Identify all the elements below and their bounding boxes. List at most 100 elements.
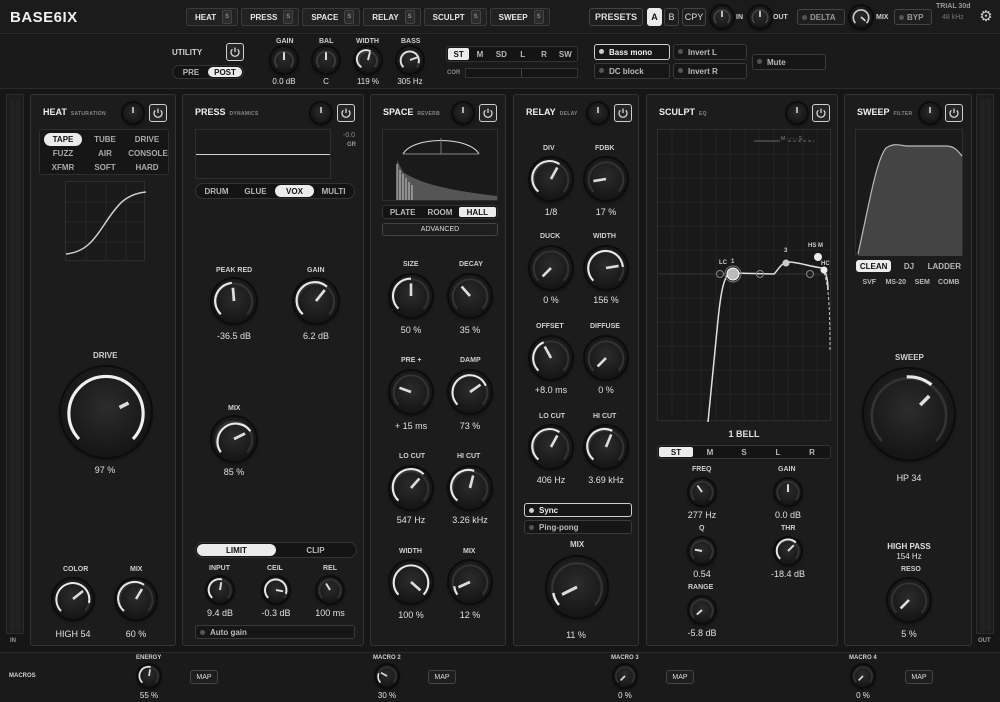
type-drive[interactable]: DRIVE bbox=[128, 133, 166, 146]
eq-freq-knob[interactable] bbox=[689, 479, 715, 505]
type-tape[interactable]: TAPE bbox=[44, 133, 82, 146]
type-hard[interactable]: HARD bbox=[128, 161, 166, 174]
eq-gain-knob[interactable] bbox=[775, 479, 801, 505]
press-power-button[interactable] bbox=[337, 104, 355, 122]
presets-button[interactable]: PRESETS bbox=[589, 8, 643, 26]
sync-toggle[interactable]: Sync bbox=[524, 503, 632, 517]
offset-knob[interactable] bbox=[530, 337, 572, 379]
invert-r-toggle[interactable]: Invert R bbox=[673, 63, 747, 79]
chain-slot-sculpt[interactable]: SCULPT S bbox=[423, 8, 487, 26]
reso-knob[interactable] bbox=[888, 579, 930, 621]
mode-sd[interactable]: SD bbox=[491, 48, 512, 60]
output-gain-knob[interactable] bbox=[749, 6, 771, 28]
mode-drum[interactable]: DRUM bbox=[197, 185, 236, 197]
character-clean[interactable]: CLEAN bbox=[856, 260, 892, 272]
pre-option[interactable]: PRE bbox=[174, 67, 208, 77]
relay-power-button[interactable] bbox=[614, 104, 632, 122]
type-plate[interactable]: PLATE bbox=[384, 207, 421, 217]
solo-button[interactable]: S bbox=[344, 10, 355, 24]
locut-knob[interactable] bbox=[390, 467, 432, 509]
util-bass-knob[interactable] bbox=[397, 47, 423, 73]
macro-3-map-button[interactable]: MAP bbox=[666, 670, 694, 684]
auto-gain-toggle[interactable]: Auto gain bbox=[195, 625, 355, 639]
type-hall[interactable]: HALL bbox=[458, 207, 496, 217]
duck-knob[interactable] bbox=[530, 247, 572, 289]
invert-l-toggle[interactable]: Invert L bbox=[673, 44, 747, 60]
heat-mix-knob[interactable] bbox=[116, 579, 156, 619]
eq-mode-l[interactable]: L bbox=[761, 447, 795, 457]
color-knob[interactable] bbox=[53, 579, 93, 619]
model-sem[interactable]: SEM bbox=[909, 276, 936, 288]
filter-character-selector[interactable]: CLEAN DJ LADDER bbox=[855, 259, 963, 273]
decay-knob[interactable] bbox=[449, 275, 491, 317]
type-room[interactable]: ROOM bbox=[421, 207, 458, 217]
bass-mono-toggle[interactable]: Bass mono bbox=[594, 44, 670, 60]
relay-width-knob[interactable] bbox=[585, 247, 627, 289]
gear-icon[interactable]: ⚙ bbox=[978, 9, 994, 25]
mode-glue[interactable]: GLUE bbox=[236, 185, 275, 197]
filter-model-selector[interactable]: SVF MS-20 SEM COMB bbox=[855, 275, 963, 289]
reverb-type-selector[interactable]: PLATE ROOM HALL bbox=[382, 205, 498, 219]
press-gain-knob[interactable] bbox=[294, 279, 338, 323]
ceil-knob[interactable] bbox=[263, 577, 289, 603]
ping-pong-toggle[interactable]: Ping-pong bbox=[524, 520, 632, 534]
pre-post-switch[interactable]: PRE POST bbox=[172, 65, 244, 79]
macro-2-knob[interactable] bbox=[376, 665, 398, 687]
sweep-power-button[interactable] bbox=[945, 104, 963, 122]
type-tube[interactable]: TUBE bbox=[86, 133, 124, 146]
sweep-knob[interactable] bbox=[864, 369, 954, 459]
peak-red-knob[interactable] bbox=[212, 279, 256, 323]
util-gain-knob[interactable] bbox=[271, 47, 297, 73]
hicut-knob[interactable] bbox=[449, 467, 491, 509]
heat-trim-knob[interactable] bbox=[123, 103, 143, 123]
predelay-knob[interactable] bbox=[390, 371, 432, 413]
eq-mode-s[interactable]: S bbox=[727, 447, 761, 457]
model-svf[interactable]: SVF bbox=[856, 276, 883, 288]
eq-mode-m[interactable]: M bbox=[693, 447, 727, 457]
space-mix-knob[interactable] bbox=[449, 561, 491, 603]
chain-slot-press[interactable]: PRESS S bbox=[241, 8, 300, 26]
character-ladder[interactable]: LADDER bbox=[927, 260, 962, 272]
model-comb[interactable]: COMB bbox=[936, 276, 963, 288]
macro-4-map-button[interactable]: MAP bbox=[905, 670, 933, 684]
sculpt-power-button[interactable] bbox=[812, 104, 830, 122]
util-width-knob[interactable] bbox=[355, 47, 381, 73]
util-balance-knob[interactable] bbox=[313, 47, 339, 73]
solo-button[interactable]: S bbox=[283, 10, 294, 24]
preset-b-button[interactable]: B bbox=[664, 8, 679, 26]
chain-slot-sweep[interactable]: SWEEP S bbox=[489, 8, 550, 26]
heat-power-button[interactable] bbox=[149, 104, 167, 122]
solo-button[interactable]: S bbox=[222, 10, 233, 24]
input-knob[interactable] bbox=[207, 577, 233, 603]
macro-2-map-button[interactable]: MAP bbox=[428, 670, 456, 684]
eq-curve-display[interactable]: M - - - - S LC 1 3 HS M HC bbox=[657, 129, 832, 423]
chain-slot-relay[interactable]: RELAY S bbox=[363, 8, 421, 26]
diffuse-knob[interactable] bbox=[585, 337, 627, 379]
div-knob[interactable] bbox=[530, 158, 572, 200]
mode-st[interactable]: ST bbox=[448, 48, 470, 60]
dc-block-toggle[interactable]: DC block bbox=[594, 63, 670, 79]
eq-q-knob[interactable] bbox=[689, 538, 715, 564]
eq-node-3[interactable]: 3 bbox=[784, 248, 787, 254]
space-trim-knob[interactable] bbox=[453, 103, 473, 123]
press-mode-selector[interactable]: DRUM GLUE VOX MULTI bbox=[195, 183, 355, 199]
delta-button[interactable]: DELTA bbox=[797, 9, 845, 25]
mode-sw[interactable]: SW bbox=[555, 48, 576, 60]
utility-power-button[interactable] bbox=[226, 43, 244, 61]
eq-mode-r[interactable]: R bbox=[795, 447, 829, 457]
preset-a-button[interactable]: A bbox=[647, 8, 662, 26]
macro-4-knob[interactable] bbox=[852, 665, 874, 687]
type-xfmr[interactable]: XFMR bbox=[44, 161, 82, 174]
dry-wet-knob[interactable] bbox=[850, 6, 872, 28]
input-gain-knob[interactable] bbox=[711, 6, 733, 28]
rel-knob[interactable] bbox=[317, 577, 343, 603]
sweep-trim-knob[interactable] bbox=[920, 103, 940, 123]
mode-multi[interactable]: MULTI bbox=[314, 185, 353, 197]
type-console[interactable]: CONSOLE bbox=[128, 147, 168, 160]
size-knob[interactable] bbox=[390, 275, 432, 317]
eq-node-lc[interactable]: LC bbox=[719, 260, 727, 266]
clip-option[interactable]: CLIP bbox=[276, 544, 355, 556]
drive-knob[interactable] bbox=[61, 367, 151, 457]
space-width-knob[interactable] bbox=[390, 561, 432, 603]
solo-button[interactable]: S bbox=[533, 10, 544, 24]
